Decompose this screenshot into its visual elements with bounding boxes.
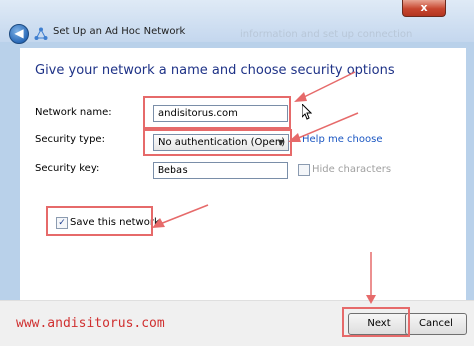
window-title: Set Up an Ad Hoc Network [53, 26, 186, 37]
security-type-label: Security type: [35, 134, 105, 145]
page-heading: Give your network a name and choose secu… [35, 63, 395, 78]
help-me-choose-link[interactable]: Help me choose [302, 134, 382, 145]
hide-characters-checkbox[interactable] [298, 164, 310, 176]
back-button[interactable]: ◀ [9, 24, 29, 44]
back-arrow-icon: ◀ [14, 26, 24, 40]
network-icon [34, 27, 48, 40]
close-button[interactable]: x [402, 0, 446, 17]
title-bar: x information and set up connection ◀ Se… [0, 0, 474, 44]
hide-characters-label: Hide characters [312, 164, 392, 175]
highlight-save-network [46, 206, 153, 236]
highlight-security-type [143, 129, 292, 156]
highlight-network-name [143, 96, 291, 129]
security-key-label: Security key: [35, 163, 100, 174]
highlight-next-button [342, 307, 410, 337]
cursor-icon [302, 104, 312, 120]
watermark-text: www.andisitorus.com [16, 316, 165, 331]
network-name-label: Network name: [35, 107, 112, 118]
background-window-text: information and set up connection [240, 29, 413, 40]
close-icon: x [420, 1, 428, 14]
cancel-button[interactable]: Cancel [405, 313, 467, 335]
security-key-input[interactable]: Bebas [153, 162, 288, 179]
wizard-window: x information and set up connection ◀ Se… [0, 0, 474, 346]
